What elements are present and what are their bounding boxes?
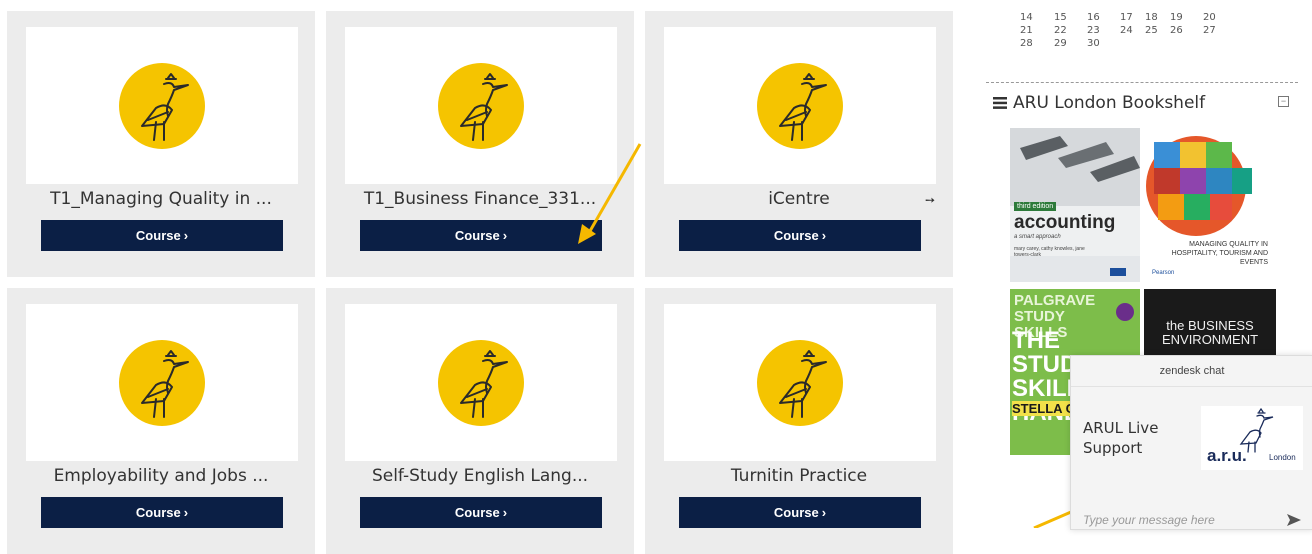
badge-icon — [1116, 303, 1134, 321]
calendar-day[interactable]: 30 — [1087, 38, 1120, 51]
course-card[interactable]: T1_Business Finance_331... Course › — [326, 11, 634, 277]
course-button-label: Course — [454, 505, 500, 520]
book-title: accounting — [1014, 212, 1116, 233]
calendar: 14 15 16 17 18 19 20 21 22 23 24 25 26 2… — [1020, 12, 1223, 51]
chat-widget[interactable]: zendesk chat ARUL Live Support a.r.u. Lo… — [1070, 355, 1312, 530]
chevron-right-icon: › — [821, 228, 827, 243]
course-title[interactable]: T1_Managing Quality in ... — [7, 189, 315, 209]
calendar-day[interactable]: 16 — [1087, 12, 1120, 25]
heron-logo-icon — [757, 339, 843, 426]
calendar-day[interactable]: 29 — [1054, 38, 1087, 51]
chevron-right-icon: › — [502, 228, 508, 243]
book-edition: third edition — [1014, 202, 1057, 211]
chevron-right-icon: › — [183, 228, 189, 243]
course-button-label: Course — [135, 228, 181, 243]
course-thumbnail[interactable] — [664, 27, 936, 184]
course-button[interactable]: Course › — [360, 497, 602, 528]
chat-agent-name: ARUL Live Support — [1083, 419, 1159, 457]
book-cover-art — [1146, 136, 1252, 236]
calendar-day[interactable]: 24 — [1120, 25, 1145, 38]
course-button-label: Course — [454, 228, 500, 243]
book-subtitle: a smart approach — [1014, 234, 1061, 240]
calendar-week: 28 29 30 — [1020, 38, 1223, 51]
book-cover[interactable]: MANAGING QUALITY IN HOSPITALITY, TOURISM… — [1144, 128, 1276, 282]
bookshelf-header: ARU London Bookshelf — [993, 93, 1205, 113]
course-title[interactable]: T1_Business Finance_331... — [326, 189, 634, 209]
heron-logo-icon — [119, 339, 205, 426]
course-card[interactable]: iCentre ➙ Course › — [645, 11, 953, 277]
calendar-day[interactable]: 23 — [1087, 25, 1120, 38]
calendar-day[interactable]: 14 — [1020, 12, 1054, 25]
heron-logo-icon — [119, 62, 205, 149]
course-button[interactable]: Course › — [679, 497, 921, 528]
calendar-day[interactable]: 27 — [1203, 25, 1223, 38]
calendar-day[interactable]: 19 — [1170, 12, 1203, 25]
course-button-label: Course — [773, 228, 819, 243]
chevron-right-icon: › — [183, 505, 189, 520]
course-button[interactable]: Course › — [41, 497, 283, 528]
logo-text: a.r.u. — [1207, 446, 1247, 465]
calendar-day[interactable]: 21 — [1020, 25, 1054, 38]
course-title[interactable]: Self-Study English Lang... — [326, 466, 634, 486]
calendar-day[interactable]: 15 — [1054, 12, 1087, 25]
chat-header[interactable]: zendesk chat — [1071, 356, 1312, 387]
enter-icon[interactable]: ➙ — [925, 193, 935, 207]
calendar-week: 21 22 23 24 25 26 27 — [1020, 25, 1223, 38]
course-thumbnail[interactable] — [345, 304, 617, 461]
calendar-day[interactable]: 20 — [1203, 12, 1223, 25]
collapse-icon[interactable]: − — [1278, 96, 1289, 107]
calendar-day[interactable]: 25 — [1145, 25, 1170, 38]
book-title: MANAGING QUALITY IN HOSPITALITY, TOURISM… — [1171, 241, 1268, 266]
course-card[interactable]: Turnitin Practice Course › — [645, 288, 953, 554]
course-button[interactable]: Course › — [41, 220, 283, 251]
course-card[interactable]: Self-Study English Lang... Course › — [326, 288, 634, 554]
course-title[interactable]: Turnitin Practice — [645, 466, 953, 486]
course-thumbnail[interactable] — [26, 27, 298, 184]
heron-logo-icon — [438, 62, 524, 149]
menu-icon[interactable] — [993, 97, 1007, 109]
heron-logo-icon — [438, 339, 524, 426]
chevron-right-icon: › — [821, 505, 827, 520]
calendar-week: 14 15 16 17 18 19 20 — [1020, 12, 1223, 25]
chevron-right-icon: › — [502, 505, 508, 520]
book-publisher: Pearson — [1152, 270, 1175, 276]
book-title: the BUSINESS ENVIRONMENT — [1161, 318, 1259, 347]
course-title[interactable]: iCentre — [645, 189, 953, 209]
calendar-day[interactable]: 26 — [1170, 25, 1203, 38]
aru-logo: a.r.u. London — [1201, 406, 1303, 470]
calendar-day[interactable]: 22 — [1054, 25, 1087, 38]
calendar-day[interactable]: 18 — [1145, 12, 1170, 25]
send-icon[interactable] — [1287, 514, 1301, 526]
calendar-day[interactable]: 17 — [1120, 12, 1145, 25]
book-authors: mary carey, cathy knowles, jane towers-c… — [1014, 246, 1085, 258]
course-title[interactable]: Employability and Jobs ... — [7, 466, 315, 486]
course-thumbnail[interactable] — [345, 27, 617, 184]
course-button[interactable]: Course › — [360, 220, 602, 251]
course-card[interactable]: Employability and Jobs ... Course › — [7, 288, 315, 554]
chat-message-input[interactable]: Type your message here — [1083, 513, 1215, 527]
bookshelf-title: ARU London Bookshelf — [1013, 93, 1206, 113]
course-button[interactable]: Course › — [679, 220, 921, 251]
logo-subtext: London — [1269, 453, 1296, 462]
course-thumbnail[interactable] — [26, 304, 298, 461]
heron-logo-icon — [757, 62, 843, 149]
course-card[interactable]: T1_Managing Quality in ... Course › — [7, 11, 315, 277]
course-button-label: Course — [135, 505, 181, 520]
section-divider — [986, 82, 1298, 83]
book-cover[interactable]: third edition accounting a smart approac… — [1010, 128, 1140, 282]
course-thumbnail[interactable] — [664, 304, 936, 461]
calendar-day[interactable]: 28 — [1020, 38, 1054, 51]
course-button-label: Course — [773, 505, 819, 520]
